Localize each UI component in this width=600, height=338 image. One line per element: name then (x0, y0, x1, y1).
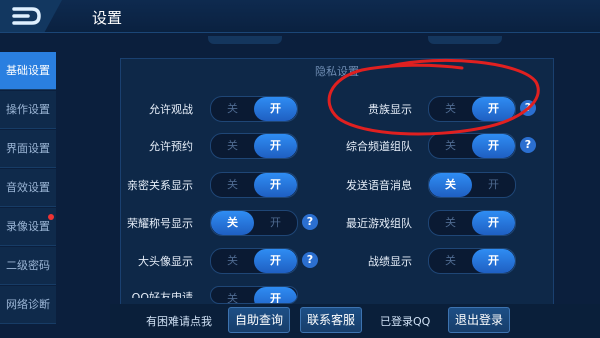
help-hint-text: 有困难请点我 (146, 315, 212, 328)
sidebar-item-label: 基础设置 (6, 64, 50, 77)
red-circle-annotation (327, 58, 540, 136)
toggle-off-label: 关 (227, 139, 238, 152)
toggle-off-label: 关 (227, 292, 238, 304)
honor-title-toggle[interactable]: 关 开 (210, 210, 298, 236)
toggle-on-label: 开 (254, 173, 297, 197)
record-show-label: 战绩显示 (368, 255, 412, 268)
sidebar-item-password[interactable]: 二级密码 (0, 247, 56, 285)
allow-reserve-toggle[interactable]: 关 开 (210, 133, 298, 159)
partial-toggle (208, 36, 282, 44)
big-avatar-label: 大头像显示 (138, 255, 193, 268)
toggle-off-label: 关 (429, 173, 472, 197)
sidebar-item-label: 操作设置 (6, 103, 50, 116)
toggle-on-label: 开 (254, 249, 297, 273)
allow-reserve-label: 允许预约 (149, 140, 193, 153)
voice-msg-label: 发送语音消息 (346, 179, 412, 192)
toggle-on-label: 开 (254, 287, 297, 303)
toggle-on-label: 开 (254, 134, 297, 158)
back-button[interactable] (0, 0, 62, 32)
honor-title-label: 荣耀称号显示 (127, 217, 193, 230)
sidebar-item-control[interactable]: 操作设置 (0, 91, 56, 129)
toggle-off-label: 关 (445, 216, 456, 229)
sidebar-item-label: 二级密码 (6, 259, 50, 272)
sidebar-item-label: 录像设置 (6, 220, 50, 233)
recent-team-label: 最近游戏组队 (346, 217, 412, 230)
intimate-show-toggle[interactable]: 关 开 (210, 172, 298, 198)
top-bar: 设置 (0, 0, 600, 33)
allow-watch-label: 允许观战 (149, 103, 193, 116)
login-status: 已登录QQ (380, 315, 431, 328)
sidebar-item-label: 界面设置 (6, 142, 50, 155)
toggle-off-label: 关 (445, 254, 456, 267)
help-icon[interactable]: ? (302, 252, 318, 268)
sidebar-item-network[interactable]: 网络诊断 (0, 286, 56, 324)
sidebar-item-label: 网络诊断 (6, 298, 50, 311)
sidebar-item-sound[interactable]: 音效设置 (0, 169, 56, 207)
partial-toggle (428, 36, 502, 44)
toggle-off-label: 关 (211, 211, 254, 235)
qq-friend-toggle[interactable]: 关 开 (210, 286, 298, 304)
sidebar-item-label: 音效设置 (6, 181, 50, 194)
contact-service-button[interactable]: 联系客服 (300, 307, 363, 333)
logout-button[interactable]: 退出登录 (448, 307, 511, 333)
intimate-show-label: 亲密关系显示 (127, 179, 193, 192)
toggle-on-label: 开 (472, 249, 515, 273)
record-show-toggle[interactable]: 关 开 (428, 248, 516, 274)
bottom-bar: 有困难请点我 自助查询 联系客服 已登录QQ 退出登录 (110, 304, 600, 338)
notification-dot (48, 214, 54, 220)
sidebar: 基础设置 操作设置 界面设置 音效设置 录像设置 二级密码 网络诊断 (0, 52, 56, 325)
allow-watch-toggle[interactable]: 关 开 (210, 96, 298, 122)
sidebar-item-interface[interactable]: 界面设置 (0, 130, 56, 168)
big-avatar-toggle[interactable]: 关 开 (210, 248, 298, 274)
qq-friend-label: QQ好友申请 (131, 291, 193, 298)
sidebar-item-basic[interactable]: 基础设置 (0, 52, 56, 90)
toggle-off-label: 关 (227, 178, 238, 191)
recent-team-toggle[interactable]: 关 开 (428, 210, 516, 236)
toggle-off-label: 关 (227, 102, 238, 115)
help-icon[interactable]: ? (302, 214, 318, 230)
self-query-button[interactable]: 自助查询 (228, 307, 291, 333)
toggle-on-label: 开 (254, 97, 297, 121)
back-arrow-icon (12, 7, 41, 25)
toggle-off-label: 关 (227, 254, 238, 267)
page-title: 设置 (92, 9, 123, 27)
toggle-on-label: 开 (472, 211, 515, 235)
sidebar-item-recording[interactable]: 录像设置 (0, 208, 56, 246)
toggle-on-label: 开 (488, 178, 499, 191)
toggle-on-label: 开 (270, 216, 281, 229)
voice-msg-toggle[interactable]: 关 开 (428, 172, 516, 198)
